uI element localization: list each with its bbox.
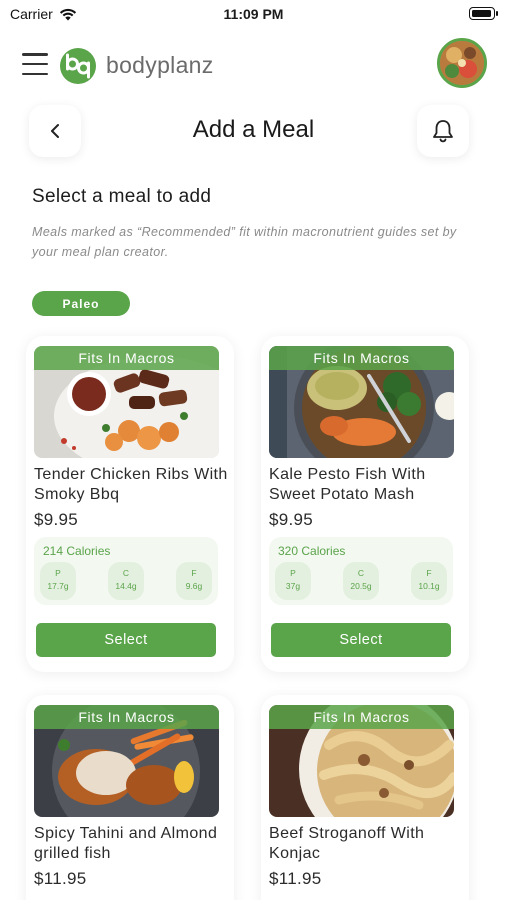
section-title: Select a meal to add [32, 186, 212, 207]
fat-pill: F 10.1g [411, 562, 447, 600]
brand-logo-icon [60, 48, 96, 84]
select-button[interactable]: Select [36, 623, 216, 657]
notifications-button[interactable] [417, 105, 469, 157]
meal-price: $9.95 [269, 510, 314, 529]
macro-summary: 320 Calories P 37g C 20.5g F 10.1g [269, 537, 453, 605]
status-bar: Carrier 11:09 PM [0, 0, 507, 28]
meal-price: $11.95 [34, 869, 87, 888]
meal-card: Fits In Macros Spicy Tahini and Almond g… [26, 695, 234, 900]
recommendation-hint: Meals marked as “Recommended” fit within… [32, 225, 457, 259]
protein-pill: P 17.7g [40, 562, 76, 600]
fits-in-macros-badge: Fits In Macros [269, 705, 454, 729]
meal-image: Fits In Macros [34, 705, 219, 817]
fits-in-macros-badge: Fits In Macros [269, 346, 454, 370]
app-header: bodyplanz [0, 38, 507, 94]
filter-chip-paleo[interactable]: Paleo [32, 291, 130, 316]
calories-label: 320 Calories [278, 544, 346, 558]
fits-in-macros-badge: Fits In Macros [34, 346, 219, 370]
calories-label: 214 Calories [43, 544, 111, 558]
battery-icon [469, 7, 498, 20]
meal-card: Fits In Macros Tender Chicken Ribs With … [26, 336, 234, 672]
meal-image: Fits In Macros [34, 346, 219, 458]
menu-icon[interactable] [22, 53, 48, 75]
meal-price: $11.95 [269, 869, 322, 888]
meal-image: Fits In Macros [269, 346, 454, 458]
meal-card: Fits In Macros Kale Pesto Fish With Swee… [261, 336, 469, 672]
carbs-pill: C 20.5g [343, 562, 379, 600]
carbs-pill: C 14.4g [108, 562, 144, 600]
fat-pill: F 9.6g [176, 562, 212, 600]
avatar[interactable] [437, 38, 487, 88]
meal-name: Kale Pesto Fish With Sweet Potato Mash [269, 466, 426, 503]
macro-summary: 214 Calories P 17.7g C 14.4g F 9.6g [34, 537, 218, 605]
meal-image: Fits In Macros [269, 705, 454, 817]
meal-price: $9.95 [34, 510, 79, 529]
clock: 11:09 PM [223, 6, 284, 22]
fits-in-macros-badge: Fits In Macros [34, 705, 219, 729]
protein-pill: P 37g [275, 562, 311, 600]
meal-card: Fits In Macros Beef Stroganoff With Konj… [261, 695, 469, 900]
meal-name: Beef Stroganoff With Konjac [269, 825, 425, 862]
select-button[interactable]: Select [271, 623, 451, 657]
brand-name: bodyplanz [106, 52, 214, 78]
meal-name: Tender Chicken Ribs With Smoky Bbq [34, 466, 228, 503]
bell-icon [433, 120, 453, 143]
meal-name: Spicy Tahini and Almond grilled fish [34, 825, 218, 862]
